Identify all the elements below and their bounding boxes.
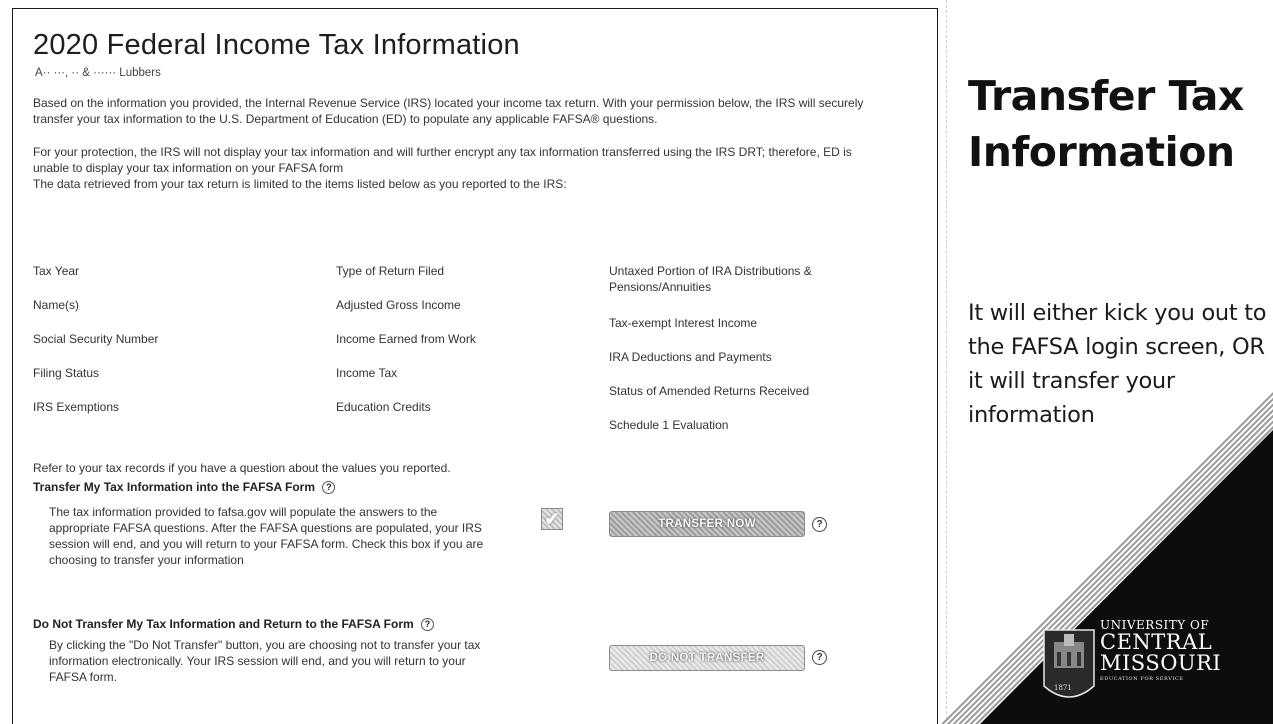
do-not-transfer-button[interactable]: DO NOT TRANSFER bbox=[609, 645, 805, 671]
transfer-now-button[interactable]: TRANSFER NOW bbox=[609, 511, 805, 537]
ucm-logo-text: UNIVERSITY OF CENTRAL MISSOURI EDUCATION… bbox=[1100, 618, 1221, 682]
slide-title-line: Transfer Tax bbox=[968, 72, 1244, 120]
list-item: Filing Status bbox=[33, 366, 100, 380]
logo-tagline: EDUCATION FOR SERVICE bbox=[1100, 676, 1184, 682]
list-item: IRA Deductions and Payments bbox=[609, 350, 772, 364]
taxpayer-names: A·· ···, ·· & ······ Lubbers bbox=[35, 67, 161, 79]
list-item: Type of Return Filed bbox=[336, 264, 445, 278]
list-item: Tax-exempt Interest Income bbox=[609, 316, 758, 330]
list-item: Adjusted Gross Income bbox=[336, 298, 461, 312]
list-item: Social Security Number bbox=[33, 332, 159, 346]
list-item: Tax Year bbox=[33, 264, 80, 278]
transfer-description: The tax information provided to fafsa.go… bbox=[49, 505, 484, 567]
university-seal-icon: 1871 bbox=[1043, 629, 1095, 698]
slide-title-line: Information bbox=[968, 128, 1235, 176]
logo-line: MISSOURI bbox=[1100, 651, 1222, 675]
transfer-section-heading: Transfer My Tax Information into the FAF… bbox=[33, 480, 336, 495]
seal-year: 1871 bbox=[1054, 684, 1072, 692]
retrieved-items-list: Tax Year Name(s) Social Security Number … bbox=[33, 197, 913, 432]
help-icon[interactable]: ? bbox=[812, 650, 827, 665]
help-icon[interactable]: ? bbox=[421, 618, 435, 632]
page-title: 2020 Federal Income Tax Information bbox=[33, 29, 520, 61]
list-item: Name(s) bbox=[33, 298, 80, 312]
data-retrieved-paragraph: The data retrieved from your tax return … bbox=[33, 177, 567, 191]
list-item: Schedule 1 Evaluation bbox=[609, 418, 729, 432]
no-transfer-heading-text: Do Not Transfer My Tax Information and R… bbox=[33, 617, 414, 631]
transfer-heading-text: Transfer My Tax Information into the FAF… bbox=[33, 480, 316, 494]
tax-info-document: 2020 Federal Income Tax Information A·· … bbox=[12, 8, 938, 724]
refer-note: Refer to your tax records if you have a … bbox=[33, 461, 451, 475]
logo-line: CENTRAL bbox=[1100, 630, 1213, 654]
list-item: Untaxed Portion of IRA Distributions & P… bbox=[609, 264, 812, 294]
list-item: Status of Amended Returns Received bbox=[609, 384, 810, 398]
list-item: IRS Exemptions bbox=[33, 400, 120, 414]
protection-paragraph: For your protection, the IRS will not di… bbox=[33, 145, 852, 175]
list-item: Education Credits bbox=[336, 400, 431, 414]
list-item: Income Tax bbox=[336, 366, 398, 380]
transfer-consent-checkbox[interactable]: ✔ bbox=[541, 508, 563, 530]
list-item: Income Earned from Work bbox=[336, 332, 476, 346]
intro-paragraph: Based on the information you provided, t… bbox=[33, 96, 864, 126]
help-icon[interactable]: ? bbox=[812, 517, 827, 532]
help-icon[interactable]: ? bbox=[322, 481, 336, 495]
slide-title: Transfer Tax Information bbox=[968, 68, 1268, 180]
no-transfer-section-heading: Do Not Transfer My Tax Information and R… bbox=[33, 617, 435, 632]
no-transfer-description: By clicking the "Do Not Transfer" button… bbox=[49, 638, 481, 684]
